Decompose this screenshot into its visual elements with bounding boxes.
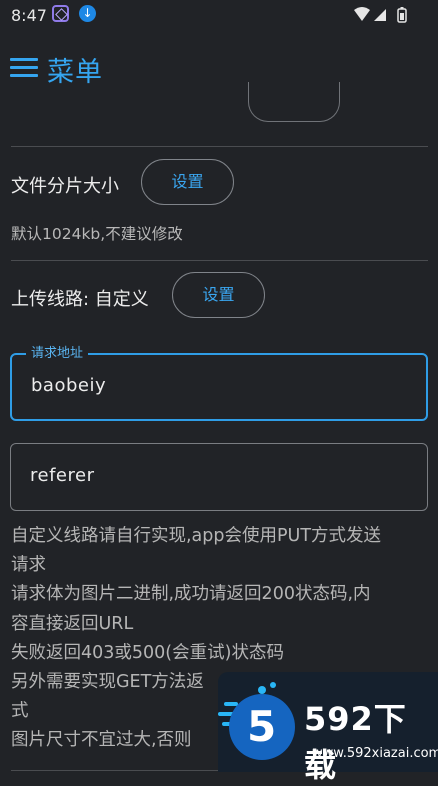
divider: [11, 260, 428, 261]
status-time: 8:47: [11, 6, 47, 25]
request-url-field[interactable]: 请求地址 baobeiy: [10, 345, 428, 421]
menu-icon[interactable]: [10, 58, 38, 78]
status-right-icons: [354, 7, 410, 27]
divider: [11, 146, 428, 147]
file-split-hint: 默认1024kb,不建议修改: [11, 225, 183, 243]
request-url-label: 请求地址: [26, 345, 89, 363]
previous-setting-button[interactable]: [248, 82, 340, 122]
description-line: 请求: [11, 555, 46, 576]
file-split-settings-button[interactable]: 设置: [141, 159, 234, 205]
watermark-logo: 5 592下载 www.592xiazai.com: [218, 672, 438, 784]
description-line: 失败返回403或500(会重试)状态码: [11, 642, 284, 663]
referer-field[interactable]: referer: [10, 443, 428, 511]
page-title: 菜单: [47, 57, 103, 88]
upload-route-label: 上传线路: 自定义: [11, 289, 149, 310]
logo-brand: 592下载: [304, 700, 407, 784]
logo-url: www.592xiazai.com: [312, 746, 438, 761]
app-notification-icon: [52, 5, 69, 22]
description-line: 请求体为图片二进制,成功请返回200状态码,内: [11, 584, 371, 605]
description-line: 容直接返回URL: [11, 613, 134, 634]
description-line: 自定义线路请自行实现,app会使用PUT方式发送: [11, 526, 382, 546]
app-bar: 菜单: [0, 30, 438, 100]
file-split-label: 文件分片大小: [11, 176, 119, 197]
download-notification-icon: ↓: [79, 5, 96, 22]
referer-input[interactable]: referer: [30, 465, 94, 486]
request-url-input[interactable]: baobeiy: [31, 375, 106, 396]
upload-route-settings-button[interactable]: 设置: [172, 272, 265, 318]
logo-circle: 5: [229, 694, 295, 760]
logo-number: 5: [247, 702, 277, 751]
wifi-signal-battery-icon: [354, 7, 407, 23]
status-bar: 8:47 ↓: [0, 0, 438, 30]
